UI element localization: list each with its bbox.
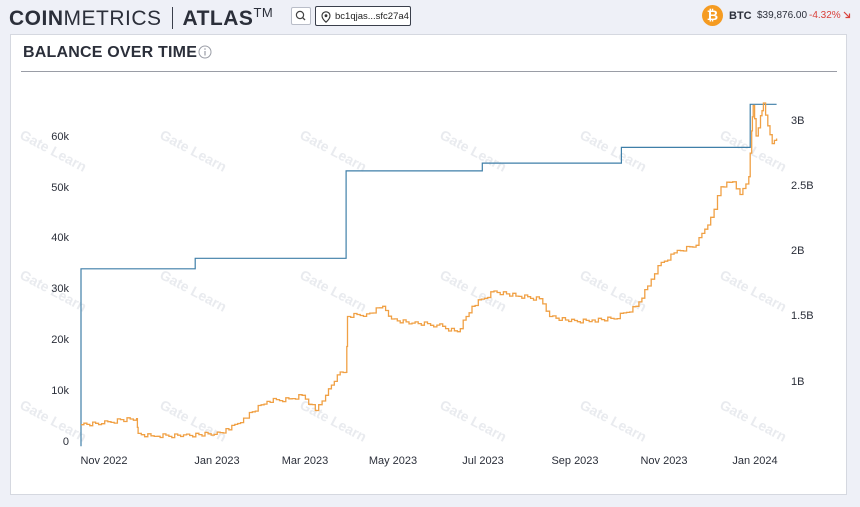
watermark-text: Gate Learn bbox=[437, 396, 509, 444]
logo-divider bbox=[171, 7, 173, 29]
search-icon bbox=[295, 10, 306, 21]
coinmetrics-atlas-logo[interactable]: COINMETRICS ATLASTM bbox=[9, 5, 273, 31]
right-axis-labels: 1B 1.5B 2B 2.5B 3B bbox=[791, 115, 814, 388]
watermark-text: Gate Learn bbox=[157, 126, 229, 174]
balance-over-time-panel: BALANCE OVER TIME Gate Learn Gate Learn Ga… bbox=[10, 34, 847, 495]
y-tick-label-left: 40k bbox=[51, 232, 69, 244]
logo-trademark: TM bbox=[253, 5, 274, 20]
search-button[interactable] bbox=[291, 7, 311, 25]
watermark-text: Gate Learn bbox=[437, 126, 509, 174]
x-tick-label: Nov 2022 bbox=[80, 455, 127, 467]
watermark-text: Gate Learn bbox=[297, 126, 369, 174]
bitcoin-icon: ₿ bbox=[702, 5, 723, 26]
y-tick-label-left: 20k bbox=[51, 334, 69, 346]
watermark-text: Gate Learn bbox=[157, 396, 229, 444]
x-tick-label: Jul 2023 bbox=[462, 455, 504, 467]
ticker-change: -4.32% bbox=[809, 10, 851, 21]
watermark-text: Gate Learn bbox=[717, 396, 789, 444]
x-tick-label: Jan 2023 bbox=[194, 455, 239, 467]
ticker-price: $39,876.00 bbox=[757, 10, 808, 21]
top-bar: COINMETRICS ATLASTM bc1qjas...sfc27a4 ₿ B… bbox=[0, 0, 860, 32]
ticker-symbol: BTC bbox=[729, 10, 752, 22]
y-tick-label-left: 50k bbox=[51, 182, 69, 194]
left-axis-labels: 0 10k 20k 30k 40k 50k 60k bbox=[51, 131, 69, 448]
y-tick-label-left: 0 bbox=[63, 436, 69, 448]
y-tick-label-left: 10k bbox=[51, 385, 69, 397]
location-pin-icon bbox=[321, 11, 331, 23]
watermark-text: Gate Learn bbox=[717, 266, 789, 314]
y-tick-label-right: 2B bbox=[791, 245, 804, 257]
watermark-text: Gate Learn bbox=[157, 266, 229, 314]
series-line-usd bbox=[80, 103, 777, 447]
y-tick-label-right: 1.5B bbox=[791, 310, 814, 322]
watermark-text: Gate Learn bbox=[577, 126, 649, 174]
watermark-text: Gate Learn bbox=[17, 396, 89, 444]
address-selector[interactable]: bc1qjas...sfc27a4 bbox=[315, 6, 411, 26]
watermark-text: Gate Learn bbox=[577, 396, 649, 444]
x-axis-labels: Nov 2022 Jan 2023 Mar 2023 May 2023 Jul 2023… bbox=[80, 455, 777, 467]
watermark-text: Gate Learn bbox=[437, 266, 509, 314]
logo-atlas: ATLAS bbox=[182, 7, 254, 30]
balance-chart: Gate Learn Gate Learn Gate Learn Gate Learn… bbox=[17, 102, 814, 467]
watermark-text: Gate Learn bbox=[297, 266, 369, 314]
y-tick-label-right: 3B bbox=[791, 115, 804, 127]
watermark-text: Gate Learn bbox=[717, 126, 789, 174]
x-tick-label: Sep 2023 bbox=[551, 455, 598, 467]
y-tick-label-left: 60k bbox=[51, 131, 69, 143]
x-tick-label: Mar 2023 bbox=[282, 455, 328, 467]
watermark-layer: Gate Learn Gate Learn Gate Learn Gate Learn… bbox=[17, 126, 789, 444]
y-tick-label-left: 30k bbox=[51, 283, 69, 295]
arrow-down-right-icon bbox=[844, 11, 851, 19]
watermark-text: Gate Learn bbox=[577, 266, 649, 314]
address-value: bc1qjas...sfc27a4 bbox=[335, 11, 409, 22]
x-tick-label: Nov 2023 bbox=[640, 455, 687, 467]
y-tick-label-right: 2.5B bbox=[791, 180, 814, 192]
logo-coin: COIN bbox=[9, 7, 64, 30]
ticker-change-value: -4.32% bbox=[809, 10, 841, 21]
y-tick-label-right: 1B bbox=[791, 376, 804, 388]
logo-metrics: METRICS bbox=[63, 7, 162, 30]
x-tick-label: Jan 2024 bbox=[732, 455, 777, 467]
x-tick-label: May 2023 bbox=[369, 455, 417, 467]
